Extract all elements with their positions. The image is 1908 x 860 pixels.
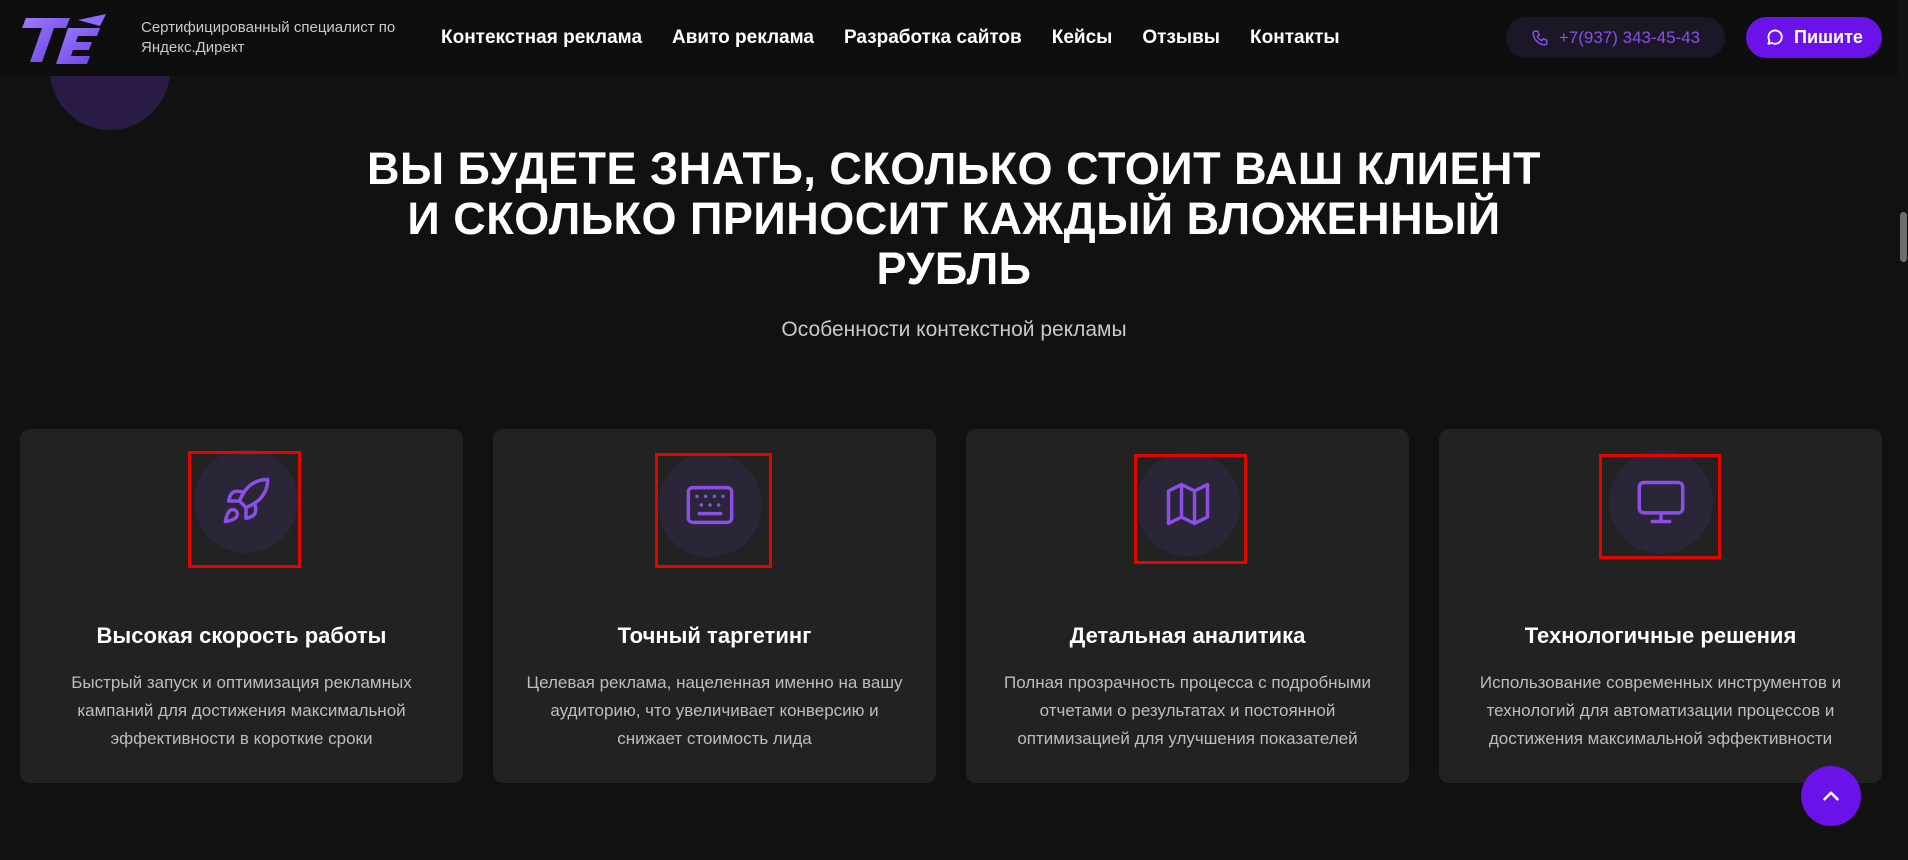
feature-card-speed: Высокая скорость работы Быстрый запуск и…	[20, 429, 463, 783]
card-title: Технологичные решения	[1524, 623, 1797, 648]
title-line: И СКОЛЬКО ПРИНОСИТ КАЖДЫЙ ВЛОЖЕННЫЙ	[407, 193, 1501, 244]
title-line: ВЫ БУДЕТЕ ЗНАТЬ, СКОЛЬКО СТОИТ ВАШ КЛИЕН…	[366, 143, 1542, 194]
feature-card-tech: Технологичные решения Использование совр…	[1439, 429, 1882, 783]
scrollbar-thumb[interactable]	[1900, 212, 1907, 262]
title-line: РУБЛЬ	[876, 243, 1032, 294]
card-title: Высокая скорость работы	[96, 623, 387, 648]
highlight-box	[1134, 454, 1247, 564]
nav-item-contacts[interactable]: Контакты	[1250, 24, 1340, 52]
site-header: Сертифицированный специалист по Яндекс.Д…	[0, 0, 1908, 76]
main-nav: Контекстная реклама Авито реклама Разраб…	[441, 24, 1370, 52]
card-description: Полная прозрачность процесса с подробным…	[1004, 673, 1371, 748]
scrollbar-track[interactable]	[1898, 0, 1908, 860]
nav-item-web-dev[interactable]: Разработка сайтов	[844, 24, 1022, 52]
write-button-label: Пишите	[1794, 27, 1863, 47]
phone-button[interactable]: +7(937) 343-45-43	[1506, 17, 1725, 58]
card-description: Быстрый запуск и оптимизация рекламных к…	[71, 673, 412, 748]
feature-card-targeting: Точный таргетинг Целевая реклама, нацеле…	[493, 429, 936, 783]
card-description: Целевая реклама, нацеленная именно на ва…	[526, 673, 903, 748]
highlight-box	[655, 453, 772, 568]
write-button[interactable]: Пишите	[1746, 17, 1882, 58]
chevron-up-icon	[1823, 791, 1839, 801]
logo[interactable]	[18, 10, 114, 66]
tagline: Сертифицированный специалист по Яндекс.Д…	[141, 19, 396, 56]
nav-item-avito-ads[interactable]: Авито реклама	[672, 24, 814, 52]
feature-card-analytics: Детальная аналитика Полная прозрачность …	[966, 429, 1409, 783]
chat-bubble-icon	[1767, 29, 1783, 45]
section-title: ВЫ БУДЕТЕ ЗНАТЬ, СКОЛЬКО СТОИТ ВАШ КЛИЕН…	[354, 144, 1554, 294]
scroll-to-top-button[interactable]	[1801, 766, 1861, 826]
card-title: Точный таргетинг	[617, 623, 812, 648]
card-title: Детальная аналитика	[1069, 623, 1306, 648]
highlight-box	[188, 451, 301, 568]
nav-item-cases[interactable]: Кейсы	[1052, 24, 1113, 52]
phone-number: +7(937) 343-45-43	[1558, 27, 1701, 47]
nav-item-reviews[interactable]: Отзывы	[1142, 24, 1220, 52]
highlight-box	[1599, 454, 1721, 559]
card-description: Использование современных инструментов и…	[1479, 673, 1842, 748]
section-subtitle: Особенности контекстной рекламы	[781, 318, 1127, 341]
logo-icon	[22, 14, 106, 64]
phone-icon	[1532, 30, 1548, 45]
nav-item-context-ads[interactable]: Контекстная реклама	[441, 24, 642, 52]
